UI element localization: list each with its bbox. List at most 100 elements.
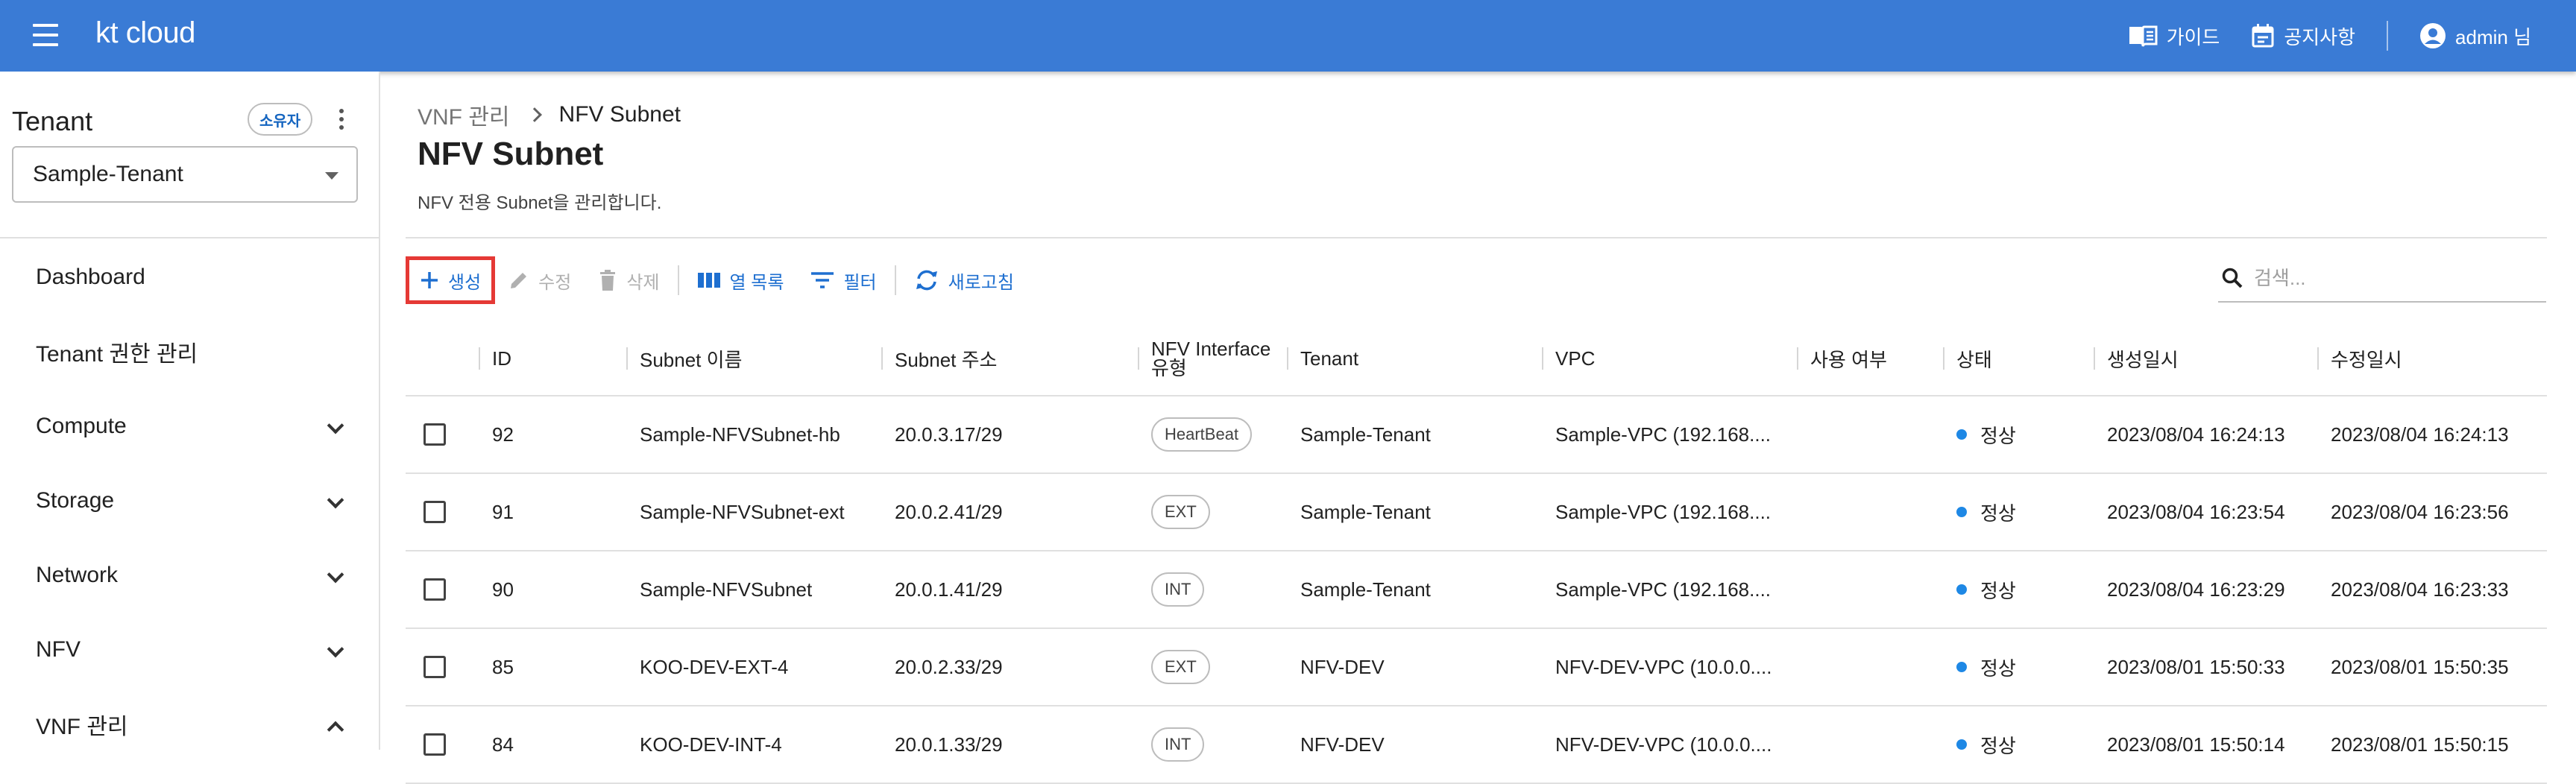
cell-subnet-address: 20.0.2.41/29 [895, 500, 1003, 523]
status-badge: 정상 [1956, 576, 2016, 604]
trash-icon [600, 270, 616, 291]
column-header-tenant[interactable]: Tenant [1286, 322, 1358, 395]
status-dot [1956, 584, 1967, 595]
status-label: 정상 [1980, 579, 2016, 602]
search-input[interactable] [2254, 266, 2537, 290]
row-checkbox[interactable] [423, 423, 446, 446]
cell-modified: 2023/08/01 15:50:15 [2331, 733, 2509, 756]
cell-subnet-address: 20.0.2.33/29 [895, 655, 1003, 678]
type-chip: INT [1151, 572, 1205, 607]
filter-list-icon [811, 272, 834, 288]
page-title: NFV Subnet [418, 136, 604, 172]
column-header-in-use[interactable]: 사용 여부 [1797, 322, 1887, 395]
page-description: NFV 전용 Subnet을 관리합니다. [418, 193, 662, 213]
status-label: 정상 [1980, 424, 2016, 447]
hamburger-menu-icon[interactable] [28, 22, 64, 49]
columns-label: 열 목록 [729, 272, 784, 293]
chevron-up-icon [327, 721, 344, 739]
column-header-id[interactable]: ID [479, 322, 511, 395]
sidebar-item-storage[interactable]: Storage [0, 471, 379, 531]
cell-subnet-name: KOO-DEV-INT-4 [640, 733, 782, 756]
create-label: 생성 [448, 272, 482, 293]
title-divider [406, 237, 2547, 238]
sidebar-item-network[interactable]: Network [0, 546, 379, 605]
column-header-nfv-interface-type[interactable]: NFV Interface 유형 [1137, 322, 1271, 395]
column-header-modified[interactable]: 수정일시 [2317, 322, 2402, 395]
sidebar-item-compute[interactable]: Compute [0, 396, 379, 456]
tenant-title: Tenant [12, 106, 93, 136]
sidebar-item-label: Compute [36, 414, 127, 438]
type-chip: HeartBeat [1151, 417, 1253, 452]
user-label: admin 님 [2455, 25, 2531, 48]
sidebar-item-label: Dashboard [36, 265, 145, 289]
search-field[interactable] [2218, 255, 2546, 303]
cell-vpc: Sample-VPC (192.168.... [1555, 423, 1772, 446]
columns-button[interactable]: 열 목록 [684, 256, 798, 304]
nfv-subnet-table: ID Subnet 이름 Subnet 주소 NFV Interface 유형 … [406, 322, 2547, 784]
sidebar-item-nfv[interactable]: NFV [0, 620, 379, 680]
cell-vpc: NFV-DEV-VPC (10.0.0.... [1555, 655, 1772, 678]
edit-label: 수정 [538, 272, 572, 293]
user-menu[interactable]: admin 님 [2419, 22, 2531, 50]
kt-cloud-logo[interactable]: kt cloud [95, 16, 195, 50]
header-actions: 가이드 공지사항 admin 님 [2128, 0, 2531, 72]
cell-created: 2023/08/04 16:23:54 [2107, 500, 2285, 523]
breadcrumb-parent[interactable]: VNF 관리 [418, 98, 510, 131]
table-row[interactable]: 91 Sample-NFVSubnet-ext 20.0.2.41/29 EXT… [406, 474, 2547, 551]
pencil-icon [511, 273, 527, 288]
breadcrumb: VNF 관리 NFV Subnet [418, 98, 681, 131]
guide-link[interactable]: 가이드 [2128, 22, 2220, 50]
sidebar: Tenant 소유자 Sample-Tenant Dashboard Tenan… [0, 72, 380, 750]
create-button[interactable]: 생성 [406, 256, 496, 304]
status-badge: 정상 [1956, 731, 2016, 759]
status-label: 정상 [1980, 502, 2016, 525]
plus-icon [421, 272, 438, 288]
refresh-button[interactable]: 새로고침 [901, 256, 1027, 304]
status-badge: 정상 [1956, 654, 2016, 681]
table-row[interactable]: 90 Sample-NFVSubnet 20.0.1.41/29 INT Sam… [406, 551, 2547, 629]
toolbar-divider [894, 265, 896, 295]
row-checkbox[interactable] [423, 733, 446, 756]
cell-modified: 2023/08/04 16:23:33 [2331, 578, 2509, 601]
column-header-nfv-line1: NFV Interface [1151, 338, 1271, 360]
type-chip: EXT [1151, 650, 1210, 684]
row-checkbox[interactable] [423, 656, 446, 678]
cell-subnet-address: 20.0.3.17/29 [895, 423, 1003, 446]
column-header-created[interactable]: 생성일시 [2094, 322, 2179, 395]
status-dot [1956, 507, 1967, 517]
column-header-vpc[interactable]: VPC [1541, 322, 1595, 395]
sidebar-item-dashboard[interactable]: Dashboard [0, 247, 379, 307]
notice-link[interactable]: 공지사항 [2251, 22, 2355, 50]
status-label: 정상 [1980, 734, 2016, 757]
cell-subnet-name: Sample-NFVSubnet [640, 578, 813, 601]
column-header-subnet-address[interactable]: Subnet 주소 [881, 322, 997, 395]
delete-label: 삭제 [626, 272, 660, 293]
column-header-status[interactable]: 상태 [1943, 322, 1992, 395]
cell-subnet-address: 20.0.1.33/29 [895, 733, 1003, 756]
column-header-subnet-name[interactable]: Subnet 이름 [626, 322, 742, 395]
table-row[interactable]: 84 KOO-DEV-INT-4 20.0.1.33/29 INT NFV-DE… [406, 706, 2547, 784]
delete-button[interactable]: 삭제 [585, 256, 673, 304]
chevron-right-icon [526, 107, 542, 122]
table-row[interactable]: 85 KOO-DEV-EXT-4 20.0.2.33/29 EXT NFV-DE… [406, 629, 2547, 706]
sidebar-item-vnf-management[interactable]: VNF 관리 [0, 695, 379, 754]
sidebar-item-tenant-permission[interactable]: Tenant 권한 관리 [0, 322, 379, 382]
sidebar-item-label: NFV [36, 637, 81, 662]
status-badge: 정상 [1956, 421, 2016, 449]
cell-subnet-name: KOO-DEV-EXT-4 [640, 655, 789, 678]
dropdown-arrow-icon [325, 172, 338, 180]
tenant-select[interactable]: Sample-Tenant [12, 146, 358, 203]
breadcrumb-current: NFV Subnet [558, 102, 681, 127]
table-row[interactable]: 92 Sample-NFVSubnet-hb 20.0.3.17/29 Hear… [406, 396, 2547, 474]
chevron-down-icon [327, 491, 344, 509]
sidebar-item-label: VNF 관리 [36, 715, 128, 739]
row-checkbox[interactable] [423, 578, 446, 601]
row-checkbox[interactable] [423, 501, 446, 523]
cell-subnet-name: Sample-NFVSubnet-hb [640, 423, 840, 446]
more-vert-icon[interactable] [334, 106, 349, 133]
toolbar-divider [677, 265, 679, 295]
cell-modified: 2023/08/04 16:23:56 [2331, 500, 2509, 523]
edit-button[interactable]: 수정 [495, 256, 585, 304]
filter-button[interactable]: 필터 [797, 256, 889, 304]
account-circle-icon [2420, 23, 2446, 48]
